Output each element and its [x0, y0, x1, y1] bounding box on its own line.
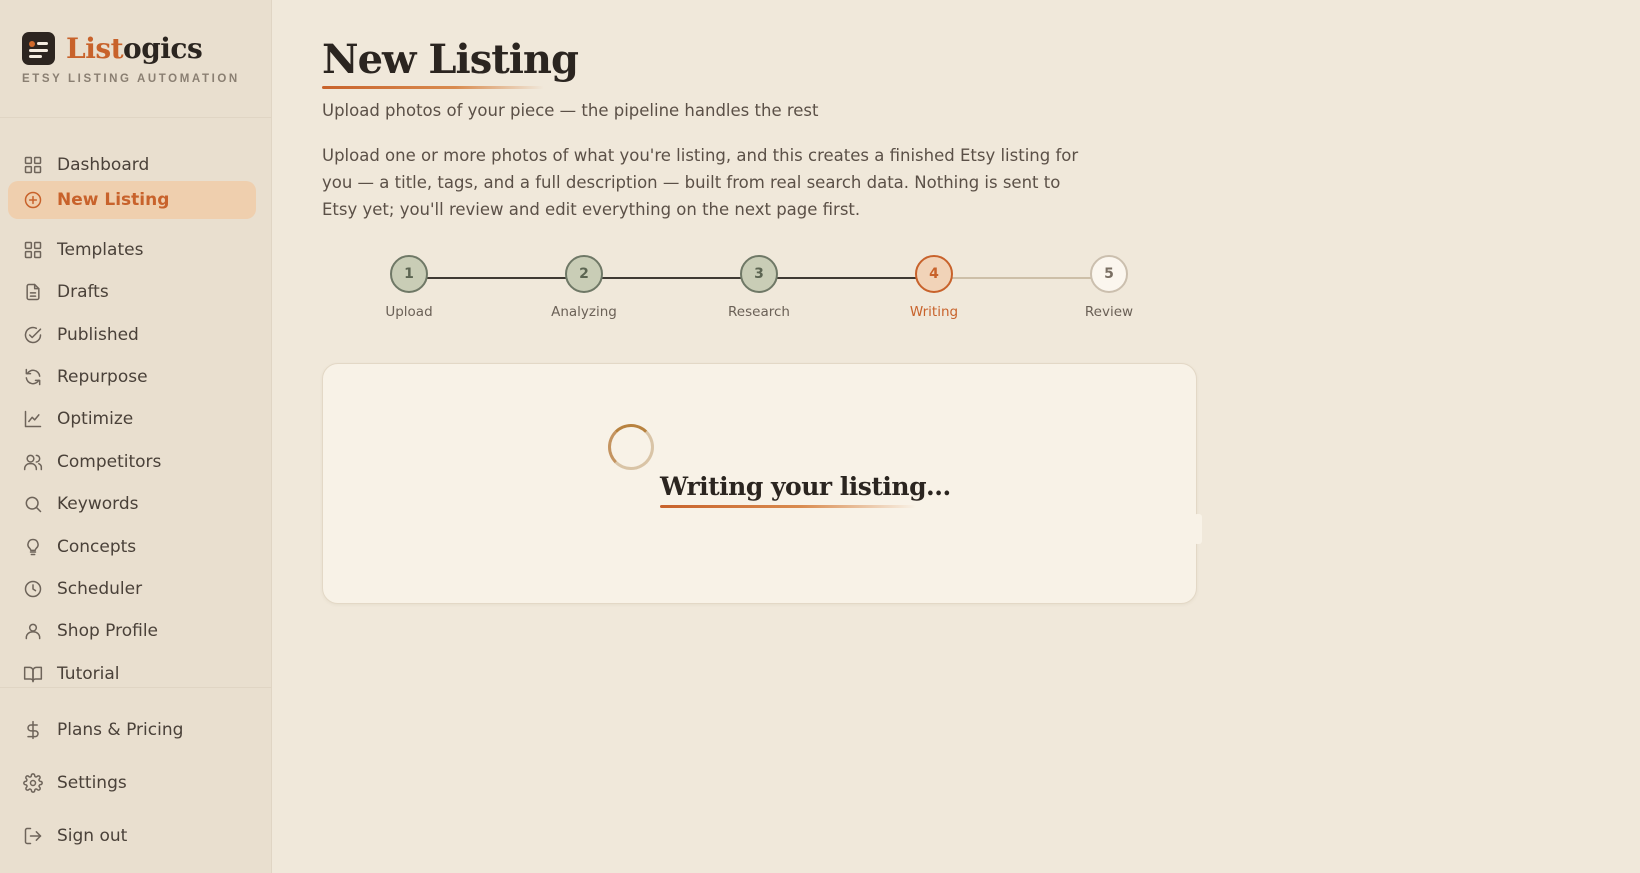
- sidebar-item-repurpose[interactable]: Repurpose: [8, 358, 256, 396]
- sidebar-item-competitors[interactable]: Competitors: [8, 443, 256, 481]
- progress-stepper: 1 Upload 2 Analyzing 3 Research 4 Writin…: [322, 255, 1197, 335]
- dollar-icon: [22, 719, 44, 741]
- brand-tagline: ETSY LISTING AUTOMATION: [22, 73, 240, 85]
- grid-icon: [22, 154, 44, 176]
- sidebar-item-label: Tutorial: [57, 664, 120, 684]
- clock-icon: [22, 578, 44, 600]
- brand-name-accent: List: [66, 32, 124, 65]
- users-icon: [22, 451, 44, 473]
- sidebar-item-dashboard[interactable]: Dashboard: [8, 146, 256, 184]
- sidebar-item-settings[interactable]: Settings: [8, 764, 256, 802]
- gear-icon: [22, 772, 44, 794]
- step-upload: 1 Upload: [359, 255, 459, 320]
- step-label: Analyzing: [551, 304, 617, 320]
- stepper-line-complete: [409, 277, 934, 279]
- sidebar-item-label: Shop Profile: [57, 621, 159, 641]
- brand-name-rest: ogics: [123, 32, 203, 65]
- sidebar-item-label: Sign out: [57, 826, 128, 846]
- sidebar-item-scheduler[interactable]: Scheduler: [8, 570, 256, 608]
- sidebar-item-label: Repurpose: [57, 367, 148, 387]
- sidebar-item-drafts[interactable]: Drafts: [8, 273, 256, 311]
- step-label: Upload: [385, 304, 433, 320]
- sidebar-divider: [0, 687, 271, 688]
- step-label: Research: [728, 304, 790, 320]
- step-writing: 4 Writing: [884, 255, 984, 320]
- sidebar-item-label: Published: [57, 325, 139, 345]
- intro-text: Upload one or more photos of what you're…: [322, 146, 1079, 219]
- document-icon: [22, 281, 44, 303]
- page-subtitle: Upload photos of your piece — the pipeli…: [322, 101, 819, 120]
- loading-spinner-icon: [608, 424, 654, 470]
- book-icon: [22, 663, 44, 685]
- lightbulb-icon: [22, 536, 44, 558]
- sidebar-item-templates[interactable]: Templates: [8, 231, 256, 269]
- sidebar-item-optimize[interactable]: Optimize: [8, 400, 256, 438]
- brand[interactable]: Listogics: [22, 32, 203, 65]
- step-number: 1: [390, 255, 428, 293]
- sidebar-item-label: Optimize: [57, 409, 134, 429]
- step-analyzing: 2 Analyzing: [534, 255, 634, 320]
- sidebar-item-label: Plans & Pricing: [57, 720, 184, 740]
- sidebar-item-shop-profile[interactable]: Shop Profile: [8, 612, 256, 650]
- step-number: 3: [740, 255, 778, 293]
- check-circle-icon: [22, 324, 44, 346]
- sidebar-item-label: Competitors: [57, 452, 162, 472]
- page-title: New Listing: [322, 36, 579, 83]
- status-card: Writing your listing...: [322, 363, 1202, 604]
- step-number: 5: [1090, 255, 1128, 293]
- step-number: 4: [915, 255, 953, 293]
- step-review: 5 Review: [1059, 255, 1159, 320]
- sidebar-divider: [0, 117, 271, 118]
- sidebar-item-label: Concepts: [57, 537, 137, 557]
- status-title-underline: [660, 505, 916, 508]
- plus-circle-icon: [22, 189, 44, 211]
- refresh-icon: [22, 366, 44, 388]
- status-title: Writing your listing...: [660, 472, 951, 501]
- sidebar-item-label: New Listing: [57, 190, 170, 210]
- sidebar-item-sign-out[interactable]: Sign out: [8, 817, 256, 855]
- sidebar-item-label: Settings: [57, 773, 127, 793]
- card-edge-tab: [1194, 514, 1202, 544]
- sidebar-item-label: Dashboard: [57, 155, 150, 175]
- sidebar-item-keywords[interactable]: Keywords: [8, 485, 256, 523]
- step-research: 3 Research: [709, 255, 809, 320]
- grid-icon: [22, 239, 44, 261]
- sidebar-item-label: Keywords: [57, 494, 139, 514]
- sidebar-item-concepts[interactable]: Concepts: [8, 528, 256, 566]
- sign-out-icon: [22, 825, 44, 847]
- sidebar: Listogics ETSY LISTING AUTOMATION Dashbo…: [0, 0, 272, 873]
- sidebar-item-label: Scheduler: [57, 579, 143, 599]
- sidebar-item-new-listing[interactable]: New Listing: [8, 181, 256, 219]
- step-label: Review: [1084, 304, 1134, 320]
- sidebar-item-plans-pricing[interactable]: Plans & Pricing: [8, 711, 256, 749]
- user-icon: [22, 620, 44, 642]
- sidebar-item-published[interactable]: Published: [8, 316, 256, 354]
- search-icon: [22, 493, 44, 515]
- step-number: 2: [565, 255, 603, 293]
- sidebar-item-label: Templates: [57, 240, 144, 260]
- sidebar-item-label: Drafts: [57, 282, 109, 302]
- brand-name: Listogics: [66, 32, 203, 65]
- title-underline: [322, 86, 544, 89]
- brand-logo-icon: [22, 32, 55, 65]
- chart-line-icon: [22, 408, 44, 430]
- step-label: Writing: [909, 304, 959, 320]
